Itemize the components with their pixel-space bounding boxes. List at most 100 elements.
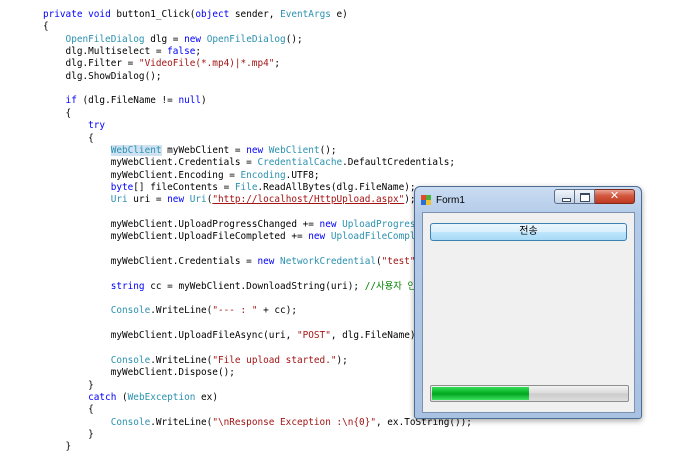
code-token: + cc); [257,305,297,317]
code-token: "test" [381,256,416,267]
code-token: { [20,21,49,33]
code-token: myWebClient.Dispose(); [20,367,235,379]
code-token: Console [110,416,151,428]
code-token: "--- : " [212,305,258,317]
code-token: { [20,132,94,144]
code-token: null [178,95,202,107]
code-token: object [195,9,230,20]
code-token: .WriteLine( [150,416,213,428]
code-token: .DefaultCredentials; [342,157,456,169]
code-token: myWebClient.Credentials = [20,256,258,267]
form1-window: Form1 ✕ 전송 [414,186,642,419]
code-token: "\nResponse Exception :\n{0}" [212,416,376,428]
code-token: { [20,107,72,119]
code-token: button1_Click( [110,9,196,20]
code-token: new [308,231,326,243]
code-line: Console.WriteLine("File upload started."… [20,354,348,367]
code-token: cc = myWebClient.DownloadString(uri); [144,280,365,292]
code-token: , dlg.FileName); [330,330,422,342]
code-token: File [234,181,258,193]
code-token: Uri [189,194,207,206]
code-token: uri = [127,194,168,206]
code-token: ) [201,95,207,107]
code-token: (); [285,33,303,45]
code-token: .WriteLine( [150,305,213,317]
code-token: Encoding [240,169,286,181]
code-line: dlg.Multiselect = false; [20,46,202,58]
code-token: WebClient [110,144,162,156]
code-line: Uri uri = new Uri("http://localhost/Http… [20,194,416,206]
code-token: sender, [229,9,281,20]
code-token: dlg.Filter = [20,58,139,70]
code-token: OpenFileDialog [206,33,286,45]
code-token: (); [319,144,337,156]
code-token: WebException [127,391,196,403]
code-token: [] fileContents = [133,181,235,193]
form-client-area: 전송 [422,212,635,413]
code-line: if (dlg.FileName != null) [20,95,207,107]
code-token: false [167,46,196,58]
code-token: } [20,428,94,440]
code-token: try [88,120,106,132]
close-button[interactable]: ✕ [595,189,635,204]
code-token: NetworkCredential [280,256,376,267]
form-app-icon [421,195,431,205]
code-line: { [20,21,49,33]
code-token: Console [110,354,151,366]
code-line: Console.WriteLine("\nResponse Exception … [20,417,472,429]
code-token: myWebClient.UploadFileCompleted += [20,231,309,243]
code-token: } [20,379,94,391]
code-line: try [20,120,105,132]
code-token: WebClient [268,144,320,156]
code-token: new [246,144,264,156]
code-line: dlg.Filter = "VideoFile(*.mp4)|*.mp4"; [20,58,281,70]
code-token: Uri [110,194,128,206]
window-title: Form1 [436,195,465,206]
maximize-button[interactable] [575,189,595,204]
code-line: { [20,107,72,120]
code-token: catch [88,391,117,403]
code-line: } [20,441,72,453]
code-token: { [20,404,94,416]
code-token: "File upload started." [212,354,337,366]
code-token: ; [274,58,281,70]
code-token: "POST" [296,330,331,342]
minimize-icon [562,198,571,202]
code-token: dlg.Multiselect = [20,46,168,58]
code-token: ); [336,354,348,366]
code-token: .ReadAllBytes(dlg.FileName); [257,181,416,193]
code-token: myWebClient = [161,144,247,156]
send-button[interactable]: 전송 [430,223,627,241]
code-token: "VideoFile(*.mp4)|*.mp4" [138,58,275,70]
code-token: new [184,33,202,45]
code-line: myWebClient.Credentials = new NetworkCre… [20,256,472,268]
code-line: WebClient myWebClient = new WebClient(); [20,144,337,157]
code-token: dlg.ShowDialog(); [20,70,162,82]
code-line: { [20,404,94,416]
title-bar[interactable]: Form1 ✕ [415,187,641,211]
close-icon: ✕ [609,189,620,202]
code-line: Console.WriteLine("--- : " + cc); [20,305,297,317]
code-token: new [319,218,337,230]
code-token: dlg = [144,33,185,45]
code-line: } [20,379,94,392]
upload-progress-bar [430,385,629,402]
code-line: catch (WebException ex) [20,392,218,404]
minimize-button[interactable] [554,189,575,204]
code-token: if [65,95,77,107]
code-token: Console [110,305,151,317]
code-line: string cc = myWebClient.DownloadString(u… [20,280,425,293]
code-token: e) [330,9,348,20]
code-token: ( [116,391,128,403]
code-line: { [20,132,94,145]
code-token: new [167,194,185,206]
code-line: myWebClient.Dispose(); [20,367,235,379]
code-token: void [88,9,111,20]
